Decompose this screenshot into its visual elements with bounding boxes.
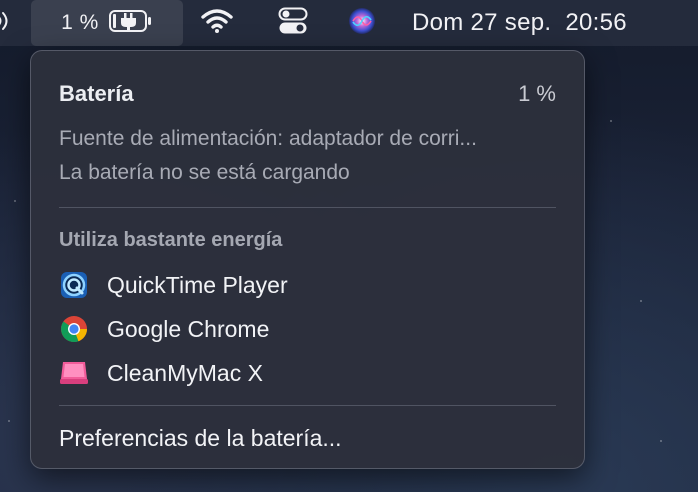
app-name: Google Chrome [107, 315, 270, 342]
energy-app-cleanmymac[interactable]: CleanMyMac X [59, 356, 556, 390]
siri-icon [348, 7, 376, 40]
battery-menu-percent: 1 % [518, 81, 556, 106]
battery-preferences-item[interactable]: Preferencias de la batería... [59, 425, 556, 452]
control-center-item[interactable] [276, 0, 310, 46]
battery-menu: Batería 1 % Fuente de alimentación: adap… [30, 50, 585, 469]
menu-bar: 1 % Dom 27 sep. 20:56 [0, 0, 698, 46]
background-star [640, 300, 642, 302]
wifi-icon [200, 8, 234, 39]
battery-status-item[interactable]: 1 % [31, 0, 183, 46]
energy-app-chrome[interactable]: Google Chrome [59, 312, 556, 346]
background-star [660, 440, 662, 442]
battery-charging-icon [108, 9, 153, 38]
menu-divider [59, 405, 556, 406]
background-star [8, 420, 10, 422]
power-source-text: Fuente de alimentación: adaptador de cor… [59, 127, 477, 150]
clock-time: 20:56 [565, 9, 627, 36]
clock-date: Dom 27 sep. [412, 9, 552, 36]
battery-menu-title: Batería [59, 81, 134, 106]
wifi-status-item[interactable] [198, 0, 236, 46]
sound-status-item[interactable] [0, 0, 18, 46]
background-star [610, 120, 612, 122]
battery-percent-label: 1 % [61, 11, 99, 34]
cleanmymac-icon [59, 358, 89, 388]
chrome-icon [59, 314, 89, 344]
control-center-icon [278, 7, 308, 40]
battery-menu-header: Batería 1 % [59, 79, 556, 109]
quicktime-icon [59, 270, 89, 300]
menu-divider [59, 207, 556, 208]
siri-item[interactable] [346, 0, 378, 46]
charging-status-text: La batería no se está cargando [59, 161, 350, 184]
energy-app-quicktime[interactable]: QuickTime Player [59, 268, 556, 302]
energy-section-title: Utiliza bastante energía [59, 229, 283, 251]
menubar-clock[interactable]: Dom 27 sep. 20:56 [412, 0, 692, 46]
app-name: CleanMyMac X [107, 359, 263, 386]
app-name: QuickTime Player [107, 271, 288, 298]
background-star [14, 200, 16, 202]
sound-icon [0, 10, 16, 37]
